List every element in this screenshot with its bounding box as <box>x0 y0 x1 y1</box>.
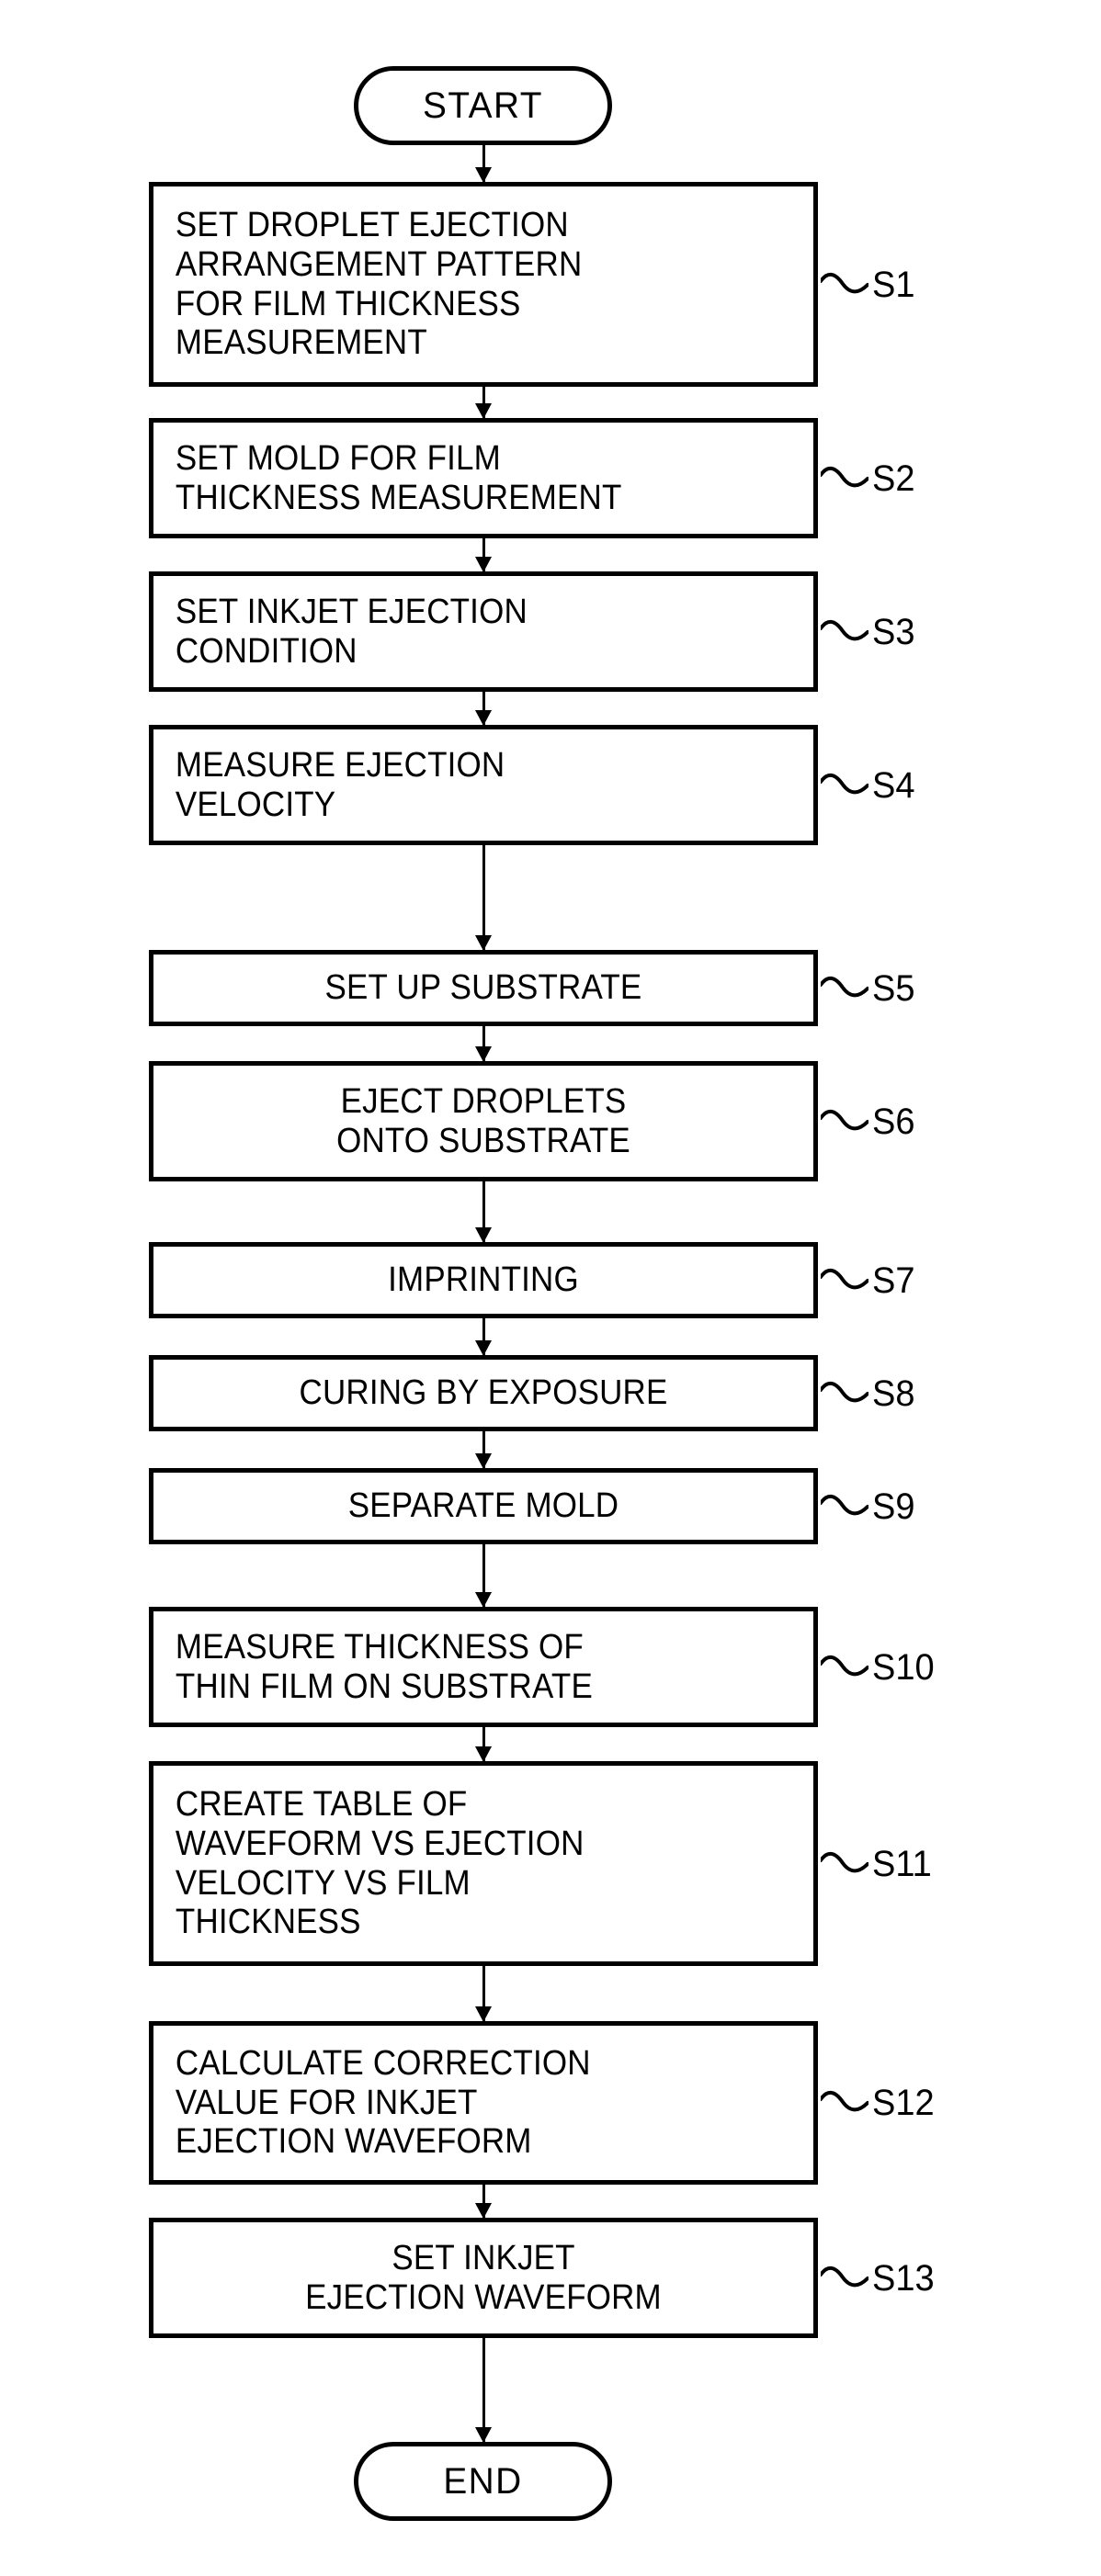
process-box-label: IMPRINTING <box>388 1260 579 1300</box>
step-number-label: S10 <box>872 1646 935 1688</box>
callout-squiggle-icon <box>821 619 868 640</box>
process-box-s10: MEASURE THICKNESS OF THIN FILM ON SUBSTR… <box>149 1607 818 1727</box>
process-box-s5: SET UP SUBSTRATE <box>149 950 818 1026</box>
process-box-s1: SET DROPLET EJECTION ARRANGEMENT PATTERN… <box>149 182 818 387</box>
step-number-label: S7 <box>872 1260 915 1301</box>
callout-squiggle-icon <box>821 1268 868 1289</box>
process-box-label: SEPARATE MOLD <box>347 1486 619 1526</box>
process-box-s3: SET INKJET EJECTION CONDITION <box>149 571 818 692</box>
process-box-label: SET DROPLET EJECTION ARRANGEMENT PATTERN… <box>175 206 583 363</box>
process-box-label: CREATE TABLE OF WAVEFORM VS EJECTION VEL… <box>175 1785 585 1942</box>
arrow-head-icon <box>475 2006 492 2022</box>
process-box-label: SET MOLD FOR FILM THICKNESS MEASUREMENT <box>175 438 622 517</box>
arrow-head-icon <box>475 2427 492 2443</box>
process-box-label: SET INKJET EJECTION CONDITION <box>175 592 528 671</box>
step-number-label: S12 <box>872 2083 935 2123</box>
step-callout-s1: S1 <box>821 264 917 306</box>
step-number-label: S13 <box>872 2257 935 2299</box>
process-box-s9: SEPARATE MOLD <box>149 1468 818 1544</box>
process-box-s8: CURING BY EXPOSURE <box>149 1355 818 1431</box>
arrow-head-icon <box>475 403 492 419</box>
step-callout-s6: S6 <box>821 1101 917 1143</box>
callout-squiggle-icon <box>821 1655 868 1676</box>
process-box-label: SET INKJET EJECTION WAVEFORM <box>305 2238 662 2317</box>
start-terminal: START <box>354 66 612 145</box>
step-number-label: S2 <box>872 458 915 499</box>
arrow-head-icon <box>475 1453 492 1469</box>
callout-squiggle-icon <box>821 773 868 794</box>
arrow-head-icon <box>475 2203 492 2219</box>
step-number-label: S5 <box>872 967 915 1009</box>
process-box-label: MEASURE EJECTION VELOCITY <box>175 745 505 824</box>
process-box-label: MEASURE THICKNESS OF THIN FILM ON SUBSTR… <box>175 1627 593 1706</box>
arrow-shaft <box>482 845 485 950</box>
process-box-s7: IMPRINTING <box>149 1242 818 1318</box>
callout-squiggle-icon <box>821 1109 868 1130</box>
arrow-head-icon <box>475 1046 492 1062</box>
end-terminal-label: END <box>443 2461 523 2502</box>
step-number-label: S9 <box>872 1486 915 1527</box>
process-box-s12: CALCULATE CORRECTION VALUE FOR INKJET EJ… <box>149 2021 818 2185</box>
arrow-head-icon <box>475 1592 492 1608</box>
arrow-head-icon <box>475 1746 492 1762</box>
arrow-head-icon <box>475 557 492 572</box>
process-box-label: CALCULATE CORRECTION VALUE FOR INKJET EJ… <box>175 2044 591 2162</box>
step-callout-s8: S8 <box>821 1373 917 1415</box>
process-box-label: EJECT DROPLETS ONTO SUBSTRATE <box>336 1081 630 1160</box>
step-number-label: S6 <box>872 1101 915 1142</box>
arrow-head-icon <box>475 1340 492 1356</box>
process-box-s2: SET MOLD FOR FILM THICKNESS MEASUREMENT <box>149 418 818 538</box>
callout-squiggle-icon <box>821 2090 868 2112</box>
end-terminal: END <box>354 2442 612 2521</box>
arrow-head-icon <box>475 710 492 726</box>
step-callout-s9: S9 <box>821 1486 917 1528</box>
callout-squiggle-icon <box>821 1381 868 1402</box>
process-box-s4: MEASURE EJECTION VELOCITY <box>149 725 818 845</box>
process-box-label: SET UP SUBSTRATE <box>324 968 642 1008</box>
step-callout-s11: S11 <box>821 1843 935 1885</box>
arrow-head-icon <box>475 167 492 183</box>
process-box-s6: EJECT DROPLETS ONTO SUBSTRATE <box>149 1061 818 1181</box>
start-terminal-label: START <box>423 85 543 126</box>
arrow-head-icon <box>475 1227 492 1243</box>
step-callout-s13: S13 <box>821 2257 937 2299</box>
flowchart-canvas: START SET DROPLET EJECTION ARRANGEMENT P… <box>0 0 1101 2576</box>
process-box-label: CURING BY EXPOSURE <box>299 1373 668 1413</box>
process-box-s11: CREATE TABLE OF WAVEFORM VS EJECTION VEL… <box>149 1761 818 1966</box>
callout-squiggle-icon <box>821 976 868 997</box>
callout-squiggle-icon <box>821 1851 868 1872</box>
arrow-head-icon <box>475 935 492 951</box>
callout-squiggle-icon <box>821 466 868 487</box>
step-callout-s4: S4 <box>821 764 917 807</box>
callout-squiggle-icon <box>821 272 868 293</box>
step-callout-s3: S3 <box>821 611 917 653</box>
callout-squiggle-icon <box>821 2265 868 2287</box>
step-callout-s12: S12 <box>821 2082 937 2124</box>
step-callout-s7: S7 <box>821 1260 917 1302</box>
callout-squiggle-icon <box>821 1494 868 1515</box>
step-number-label: S3 <box>872 611 915 652</box>
step-number-label: S8 <box>872 1373 915 1414</box>
process-box-s13: SET INKJET EJECTION WAVEFORM <box>149 2218 818 2338</box>
step-number-label: S4 <box>872 764 915 806</box>
step-callout-s2: S2 <box>821 458 917 500</box>
step-number-label: S1 <box>872 264 915 305</box>
step-number-label: S11 <box>872 1843 932 1884</box>
step-callout-s10: S10 <box>821 1646 937 1689</box>
step-callout-s5: S5 <box>821 967 917 1010</box>
